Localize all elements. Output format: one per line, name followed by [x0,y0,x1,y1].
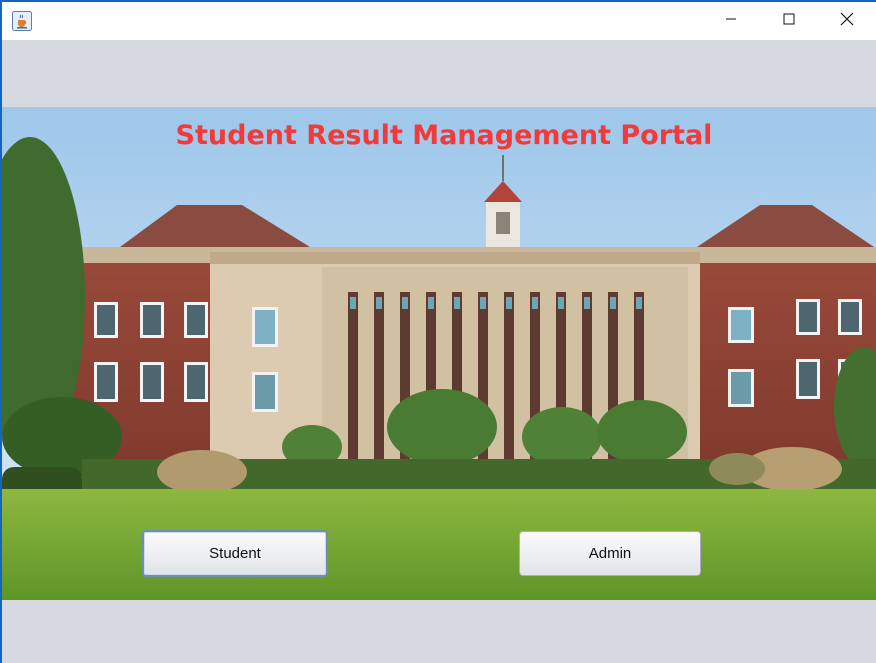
minimize-button[interactable] [702,2,760,40]
close-icon [840,12,854,31]
title-bar[interactable] [2,2,876,40]
page-title: Student Result Management Portal [175,120,713,151]
minimize-icon [725,12,737,30]
student-button[interactable]: Student [142,530,328,577]
java-cup-icon[interactable] [12,11,32,31]
admin-button[interactable]: Admin [519,531,701,576]
maximize-button[interactable] [760,2,818,40]
app-window: Student Result Management Portal Student… [0,0,876,663]
close-button[interactable] [818,2,876,40]
maximize-icon [783,12,795,30]
university-building-photo [2,107,876,600]
